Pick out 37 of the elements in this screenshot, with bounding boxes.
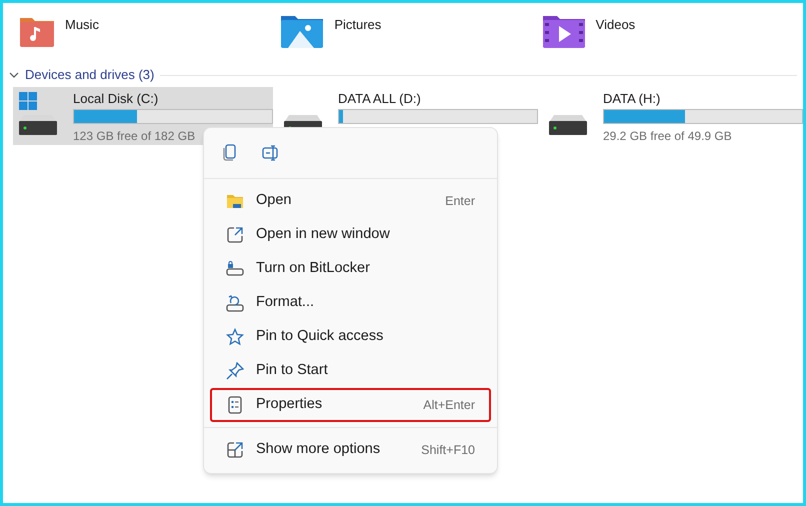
shortcut-text: Enter [445, 192, 475, 210]
menu-item[interactable]: Open Enter [210, 184, 491, 218]
folder-label[interactable]: Music [65, 15, 99, 34]
pin-icon [226, 362, 244, 380]
menu-item[interactable]: Format... [210, 286, 491, 320]
menu-item[interactable]: Properties Alt+Enter [210, 388, 491, 422]
chevron-icon[interactable] [9, 70, 19, 80]
drive-tile[interactable]: DATA (H:) 29.2 GB free of 49.9 GB [543, 87, 803, 145]
shortcut-text: Alt+Enter [423, 396, 475, 414]
drive-tile[interactable]: Local Disk (C:) 123 GB free of 182 GB [13, 87, 273, 145]
menu-item[interactable]: Pin to Start [210, 354, 491, 388]
drive-name: Local Disk (C:) [73, 91, 160, 107]
drive-icon [549, 115, 587, 135]
menu-item[interactable]: Pin to Quick access [210, 320, 491, 354]
folder-icon [226, 193, 244, 209]
videos-folder-icon [542, 13, 586, 49]
drive-name: DATA ALL (D:) [338, 91, 422, 107]
menu-item[interactable]: Open in new window [210, 218, 491, 252]
properties-icon [228, 396, 242, 414]
drive-lock-icon [226, 261, 244, 277]
star-icon [226, 328, 244, 346]
folder-label[interactable]: Pictures [334, 15, 382, 34]
drive-tile[interactable]: DATA ALL (D:) [278, 87, 538, 145]
copy-icon[interactable] [222, 144, 238, 162]
menu-item[interactable]: Show more options Shift+F10 [210, 433, 491, 467]
drive-name: DATA (H:) [603, 91, 662, 107]
free-space-text: 29.2 GB free of 49.9 GB [603, 128, 733, 145]
folder-label[interactable]: Videos [596, 15, 636, 34]
pictures-folder-icon [280, 13, 324, 49]
rename-icon[interactable] [262, 145, 280, 161]
shortcut-text: Shift+F10 [421, 442, 475, 459]
external-window-icon [226, 226, 244, 244]
free-space-text: 123 GB free of 182 GB [73, 128, 196, 145]
drive-refresh-icon [226, 294, 244, 312]
more-options-icon [226, 441, 244, 459]
menu-item[interactable]: Turn on BitLocker [210, 252, 491, 286]
section-title[interactable]: Devices and drives (3) [25, 65, 154, 85]
